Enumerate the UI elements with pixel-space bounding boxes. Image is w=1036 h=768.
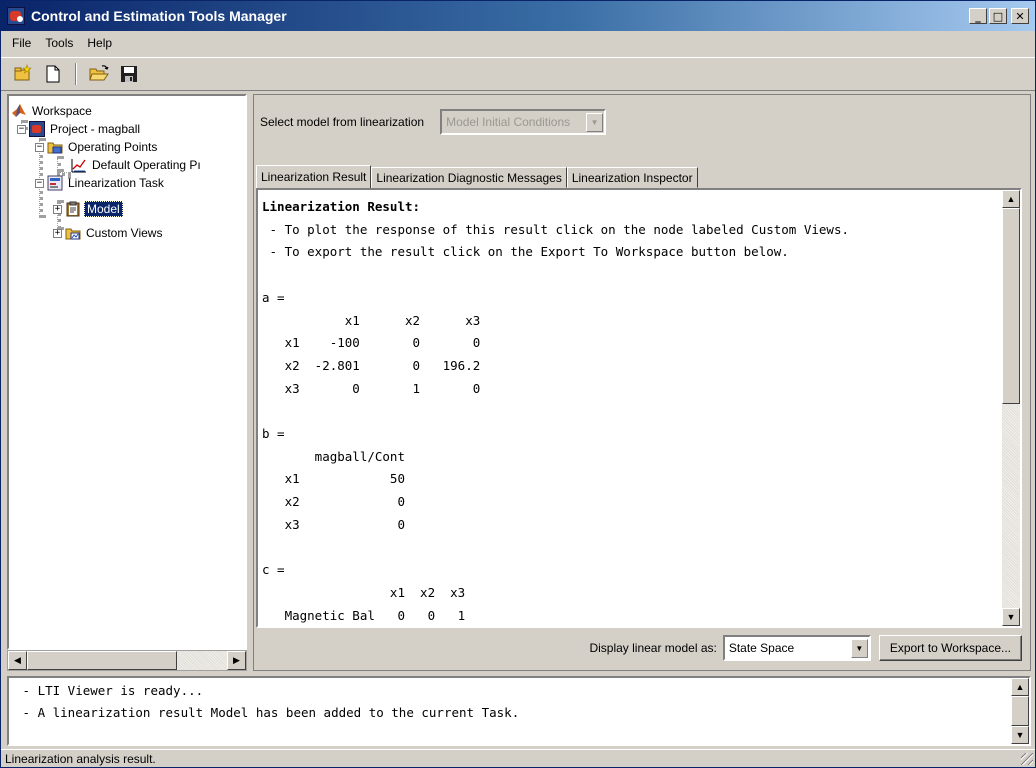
scroll-track[interactable]	[27, 651, 227, 670]
scroll-down-icon[interactable]: ▼	[1011, 726, 1029, 744]
tree-label: Project - magball	[50, 122, 141, 136]
window-title: Control and Estimation Tools Manager	[31, 8, 287, 24]
collapse-icon[interactable]: −	[35, 178, 44, 188]
scroll-up-icon[interactable]: ▲	[1002, 190, 1020, 208]
resize-grip-icon[interactable]	[1021, 753, 1033, 765]
project-icon	[29, 121, 45, 137]
tree-node-linearization-task[interactable]: − Linearization Task	[35, 174, 166, 192]
new-project-button[interactable]	[11, 62, 35, 86]
minimize-icon: _	[975, 9, 981, 23]
toolbar-separator	[75, 63, 77, 85]
tree-node-workspace[interactable]: Workspace	[11, 102, 94, 120]
operating-point-icon	[71, 159, 86, 173]
collapse-icon[interactable]: −	[17, 124, 26, 134]
scroll-right-icon[interactable]: ▶	[227, 651, 246, 670]
status-text: Linearization analysis result.	[5, 751, 156, 766]
main-window: Control and Estimation Tools Manager _ □…	[0, 0, 1036, 768]
display-row: Display linear model as: State Space ▼ E…	[254, 633, 1030, 663]
open-button[interactable]	[87, 62, 111, 86]
model-select-combo: Model Initial Conditions ▼	[440, 109, 607, 135]
new-project-icon	[14, 64, 32, 81]
scroll-up-icon[interactable]: ▲	[1011, 678, 1029, 696]
message-console[interactable]: - LTI Viewer is ready... - A linearizati…	[7, 676, 1031, 746]
tree-connector	[57, 156, 61, 172]
minimize-button[interactable]: _	[969, 8, 987, 24]
tree-label: Custom Views	[86, 226, 163, 240]
task-panel: Select model from linearization Model In…	[253, 94, 1031, 671]
expand-icon[interactable]: +	[53, 228, 62, 238]
console-text: - LTI Viewer is ready... - A linearizati…	[22, 683, 520, 720]
save-icon	[121, 66, 137, 82]
display-model-combo[interactable]: State Space ▼	[722, 635, 871, 661]
tree-node-project[interactable]: − Project - magball	[17, 120, 142, 138]
scroll-thumb[interactable]	[1002, 208, 1020, 404]
folder-icon	[47, 142, 63, 154]
menu-tools[interactable]: Tools	[40, 34, 78, 52]
clipboard-icon	[66, 201, 80, 217]
console-vertical-scrollbar[interactable]: ▲ ▼	[1011, 678, 1029, 744]
display-label: Display linear model as:	[589, 641, 717, 655]
close-icon: ✕	[1015, 9, 1025, 23]
tree-node-operating-points[interactable]: − Operating Points	[35, 138, 159, 156]
export-to-workspace-button[interactable]: Export to Workspace...	[878, 635, 1022, 661]
scroll-left-icon[interactable]: ◀	[8, 651, 27, 670]
tab-linearization-result[interactable]: Linearization Result	[256, 165, 372, 188]
result-vertical-scrollbar[interactable]: ▲ ▼	[1002, 190, 1020, 626]
chevron-down-icon[interactable]: ▼	[850, 638, 868, 658]
chevron-down-icon: ▼	[586, 112, 604, 132]
tree-horizontal-scrollbar[interactable]: ◀ ▶	[7, 650, 247, 671]
tab-diagnostic-messages[interactable]: Linearization Diagnostic Messages	[371, 167, 567, 188]
collapse-icon[interactable]: −	[35, 142, 44, 152]
model-select-row: Select model from linearization Model In…	[260, 109, 607, 135]
new-task-icon	[46, 65, 60, 83]
new-task-button[interactable]	[41, 62, 65, 86]
model-select-label: Select model from linearization	[260, 115, 425, 129]
result-title: Linearization Result:	[262, 199, 421, 214]
expand-icon[interactable]: +	[53, 204, 62, 214]
window-controls: _ □ ✕	[969, 8, 1029, 24]
close-button[interactable]: ✕	[1011, 8, 1029, 24]
tree-label: Model	[84, 201, 123, 217]
menu-help[interactable]: Help	[82, 34, 117, 52]
tree-node-custom-views[interactable]: + Custom Views	[53, 224, 164, 242]
menu-bar: File Tools Help	[1, 31, 1035, 55]
matlab-icon	[12, 104, 26, 117]
tree-label: Linearization Task	[68, 176, 164, 190]
save-button[interactable]	[117, 62, 141, 86]
task-icon	[47, 175, 63, 191]
result-tabs: Linearization Result Linearization Diagn…	[256, 165, 698, 188]
project-tree[interactable]: Workspace − Project - magball − Operatin…	[7, 94, 247, 650]
tree-label: Operating Points	[68, 140, 158, 154]
views-folder-icon	[65, 228, 81, 240]
status-bar: Linearization analysis result.	[1, 749, 1035, 767]
toolbar	[1, 57, 1035, 91]
maximize-icon: □	[992, 9, 1004, 23]
tab-linearization-inspector[interactable]: Linearization Inspector	[566, 167, 698, 188]
tree-label: Default Operating Pı	[92, 158, 201, 172]
result-text-area[interactable]: Linearization Result: - To plot the resp…	[256, 188, 1022, 628]
app-icon	[7, 7, 25, 25]
tree-node-default-operating-point[interactable]: Default Operating Pı	[71, 156, 203, 174]
maximize-button[interactable]: □	[989, 8, 1007, 24]
scroll-down-icon[interactable]: ▼	[1002, 608, 1020, 626]
result-text: Linearization Result: - To plot the resp…	[262, 196, 1006, 624]
open-icon	[89, 65, 109, 81]
scroll-thumb[interactable]	[1011, 696, 1029, 726]
model-select-value: Model Initial Conditions	[446, 115, 571, 129]
tree-node-model[interactable]: + Model	[53, 200, 123, 218]
menu-file[interactable]: File	[7, 34, 36, 52]
tree-label: Workspace	[32, 104, 92, 118]
display-model-value: State Space	[728, 641, 795, 655]
result-body: - To plot the response of this result cl…	[262, 221, 849, 623]
scroll-thumb[interactable]	[27, 651, 177, 670]
title-bar[interactable]: Control and Estimation Tools Manager _ □…	[1, 1, 1035, 31]
